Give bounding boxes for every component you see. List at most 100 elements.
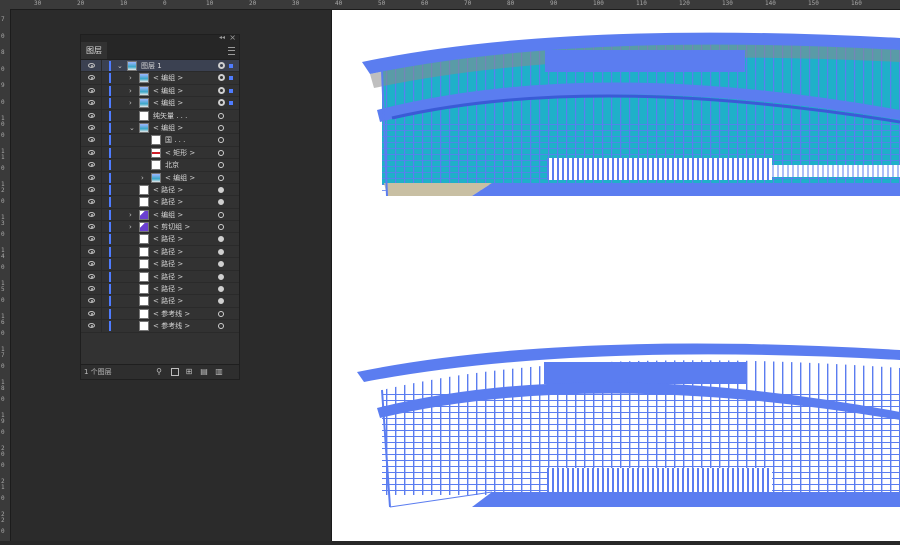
- panel-menu-icon[interactable]: [228, 47, 235, 55]
- visibility-eye-icon[interactable]: [88, 63, 95, 68]
- create-sublayer-icon[interactable]: ⊞: [185, 368, 193, 376]
- layer-row[interactable]: < 路径 >: [81, 258, 239, 271]
- layer-row[interactable]: < 路径 >: [81, 245, 239, 259]
- layer-row[interactable]: ⌄ 图层 1: [81, 60, 239, 73]
- visibility-eye-icon[interactable]: [88, 236, 95, 242]
- target-circle-icon[interactable]: [218, 310, 224, 317]
- chevron-right-icon[interactable]: ›: [129, 73, 132, 83]
- target-circle-icon[interactable]: [218, 99, 225, 107]
- visibility-eye-icon[interactable]: [88, 211, 95, 217]
- target-circle-icon[interactable]: [218, 261, 224, 268]
- target-circle-icon[interactable]: [218, 62, 225, 69]
- layer-name[interactable]: < 路径 >: [153, 184, 183, 196]
- layer-row[interactable]: < 路径 >: [81, 196, 239, 209]
- selection-indicator-icon[interactable]: [229, 101, 233, 106]
- target-circle-icon[interactable]: [218, 137, 224, 144]
- layer-name[interactable]: < 路径 >: [153, 283, 183, 295]
- building-artwork[interactable]: [332, 10, 900, 541]
- layer-row[interactable]: < 路径 >: [81, 270, 239, 284]
- search-icon[interactable]: ⚲: [155, 368, 163, 376]
- target-circle-icon[interactable]: [218, 236, 224, 243]
- visibility-eye-icon[interactable]: [88, 248, 95, 254]
- chevron-right-icon[interactable]: ›: [129, 86, 132, 96]
- layer-row[interactable]: < 路径 >: [81, 283, 239, 296]
- layer-name[interactable]: < 编组 >: [165, 172, 195, 184]
- target-circle-icon[interactable]: [218, 323, 224, 330]
- panel-title-strip[interactable]: ◂◂ ×: [81, 33, 239, 42]
- layer-name[interactable]: 北京: [165, 159, 179, 171]
- visibility-eye-icon[interactable]: [88, 174, 95, 180]
- target-circle-icon[interactable]: [218, 286, 224, 293]
- layer-name[interactable]: < 路径 >: [153, 271, 183, 283]
- visibility-eye-icon[interactable]: [88, 310, 95, 316]
- chevron-right-icon[interactable]: ›: [129, 98, 132, 108]
- target-circle-icon[interactable]: [218, 174, 224, 181]
- target-circle-icon[interactable]: [218, 124, 224, 131]
- layer-name[interactable]: < 路径 >: [153, 295, 183, 307]
- layer-name[interactable]: 纯矢量 . . .: [153, 110, 187, 122]
- make-clipping-mask-icon[interactable]: [171, 368, 179, 376]
- visibility-eye-icon[interactable]: [88, 298, 95, 304]
- layer-row[interactable]: › < 编组 >: [81, 84, 239, 98]
- visibility-eye-icon[interactable]: [88, 286, 95, 292]
- layer-name[interactable]: < 编组 >: [153, 85, 183, 97]
- layer-row[interactable]: › < 编组 >: [81, 97, 239, 110]
- layer-row[interactable]: 北京: [81, 159, 239, 172]
- layer-name[interactable]: < 路径 >: [153, 233, 183, 245]
- new-layer-icon[interactable]: ▤: [200, 368, 208, 376]
- visibility-eye-icon[interactable]: [88, 149, 95, 155]
- target-circle-icon[interactable]: [218, 224, 224, 231]
- visibility-eye-icon[interactable]: [88, 137, 95, 143]
- building-colored[interactable]: [362, 32, 900, 197]
- target-circle-icon[interactable]: [218, 199, 224, 206]
- visibility-eye-icon[interactable]: [88, 87, 95, 93]
- layer-name[interactable]: 国 . . .: [165, 134, 185, 146]
- layer-name[interactable]: < 参考线 >: [153, 308, 190, 320]
- target-circle-icon[interactable]: [218, 273, 224, 280]
- layer-name[interactable]: < 路径 >: [153, 246, 183, 258]
- chevron-down-icon[interactable]: ⌄: [117, 61, 123, 71]
- layer-name[interactable]: < 路径 >: [153, 196, 183, 208]
- visibility-eye-icon[interactable]: [88, 261, 95, 267]
- layer-name[interactable]: < 编组 >: [153, 122, 183, 134]
- selection-indicator-icon[interactable]: [229, 88, 233, 93]
- chevron-right-icon[interactable]: ›: [129, 210, 132, 220]
- visibility-eye-icon[interactable]: [88, 112, 95, 118]
- collapse-icon[interactable]: ◂◂: [219, 34, 225, 41]
- target-circle-icon[interactable]: [218, 248, 224, 255]
- target-circle-icon[interactable]: [218, 74, 225, 82]
- artboard[interactable]: [332, 10, 900, 541]
- visibility-eye-icon[interactable]: [88, 199, 95, 205]
- target-circle-icon[interactable]: [218, 298, 224, 305]
- target-circle-icon[interactable]: [218, 149, 224, 156]
- layer-name[interactable]: < 路径 >: [153, 258, 183, 270]
- visibility-eye-icon[interactable]: [88, 100, 95, 106]
- visibility-eye-icon[interactable]: [88, 224, 95, 230]
- vertical-ruler[interactable]: 7 0 8 0 9 0 10 0 11 0 12 0 13 0 14 0 15 0 16 0 17 0 18 0 19 0 20 0 2…: [0, 9, 11, 541]
- target-circle-icon[interactable]: [218, 86, 225, 94]
- layer-row[interactable]: 纯矢量 . . .: [81, 109, 239, 122]
- target-circle-icon[interactable]: [218, 211, 224, 218]
- building-outline[interactable]: [357, 343, 900, 508]
- layer-row[interactable]: < 路径 >: [81, 183, 239, 197]
- visibility-eye-icon[interactable]: [88, 75, 95, 81]
- layer-name[interactable]: < 参考线 >: [153, 320, 190, 332]
- target-circle-icon[interactable]: [218, 186, 224, 193]
- layers-panel[interactable]: ◂◂ × 图层 ⌄ 图层 1 › < 编组 > › < 编组 > › < 编组 > 纯矢量 . …: [80, 33, 240, 380]
- layer-row[interactable]: › < 编组 >: [81, 208, 239, 222]
- layer-row[interactable]: 国 . . .: [81, 134, 239, 147]
- horizontal-ruler[interactable]: 30 20 10 0 10 20 30 40 50 60 70 80 90 100 110 120 130 140…: [0, 0, 900, 10]
- layer-row[interactable]: < 路径 >: [81, 295, 239, 308]
- layer-name[interactable]: < 矩形 >: [165, 147, 195, 159]
- target-circle-icon[interactable]: [218, 162, 224, 169]
- layer-row[interactable]: < 参考线 >: [81, 320, 239, 333]
- layer-name[interactable]: < 编组 >: [153, 72, 183, 84]
- layer-name[interactable]: 图层 1: [141, 60, 162, 72]
- layer-name[interactable]: < 编组 >: [153, 97, 183, 109]
- layer-row[interactable]: < 路径 >: [81, 233, 239, 246]
- delete-layer-icon[interactable]: ▥: [215, 368, 223, 376]
- layer-row[interactable]: ⌄ < 编组 >: [81, 121, 239, 135]
- visibility-eye-icon[interactable]: [88, 323, 95, 329]
- visibility-eye-icon[interactable]: [88, 124, 95, 130]
- chevron-down-icon[interactable]: ⌄: [129, 123, 135, 133]
